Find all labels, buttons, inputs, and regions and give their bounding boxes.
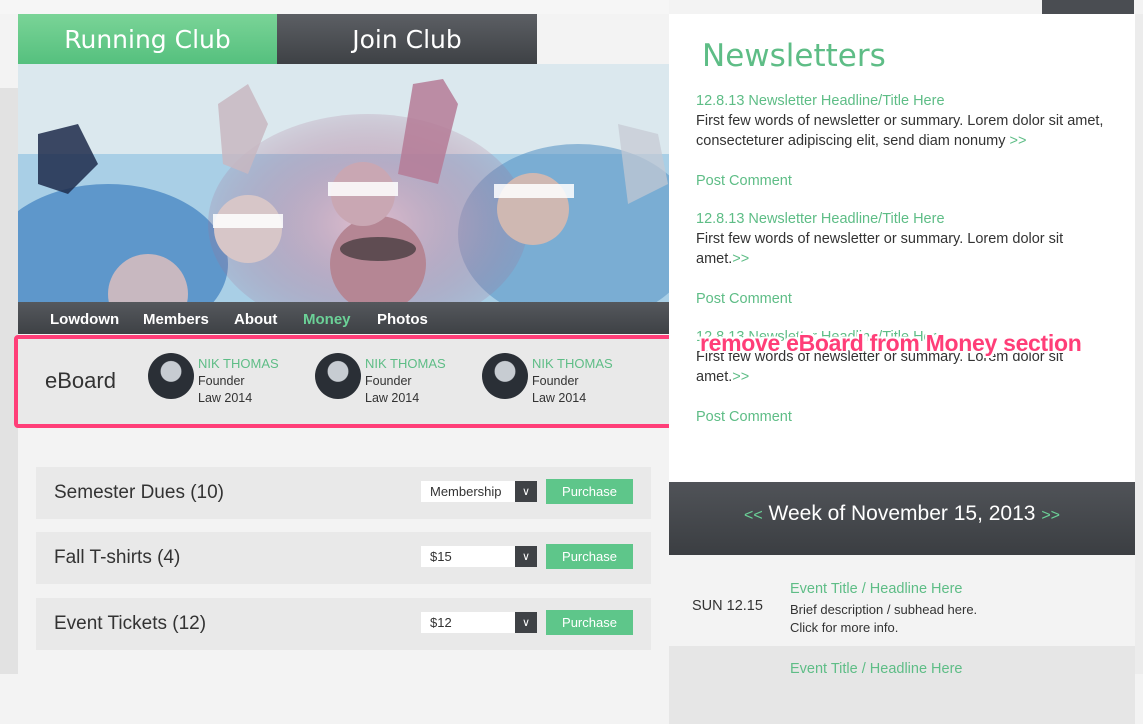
membership-select[interactable]: Membership ∨ <box>421 481 537 502</box>
select-value: $12 <box>430 615 452 630</box>
purchase-label: Event Tickets (12) <box>54 613 207 634</box>
week-label: Week of November 15, 2013 <box>768 502 1036 525</box>
annotation-note: remove eBoard from Money section <box>700 330 1082 356</box>
events-list: SUN 12.15 Event Title / Headline Here Br… <box>669 566 1135 724</box>
event-title[interactable]: Event Title / Headline Here <box>790 581 962 597</box>
newsletter-summary: First few words of newsletter or summary… <box>696 231 1064 267</box>
event-more-info[interactable]: Click for more info. <box>790 619 1090 637</box>
event-item[interactable]: SUN 12.15 Event Title / Headline Here Br… <box>669 566 1135 644</box>
chevron-down-icon[interactable]: ∨ <box>515 481 537 502</box>
nav-photos[interactable]: Photos <box>377 311 428 328</box>
next-week-arrow[interactable]: >> <box>1041 507 1060 524</box>
post-comment-link[interactable]: Post Comment <box>696 409 792 425</box>
newsletter-item: 12.8.13 Newsletter Headline/Title Here F… <box>696 93 1106 151</box>
select-value: $15 <box>430 549 452 564</box>
nav-money[interactable]: Money <box>303 311 351 328</box>
post-comment-link[interactable]: Post Comment <box>696 291 792 307</box>
right-edge <box>1135 14 1143 674</box>
price-select[interactable]: $15 ∨ <box>421 546 537 567</box>
newsletter-item: 12.8.13 Newsletter Headline/Title Here F… <box>696 211 1106 269</box>
chevron-down-icon[interactable]: ∨ <box>515 546 537 567</box>
event-date: SUN 12.15 <box>692 598 763 614</box>
read-more-link[interactable]: >> <box>732 369 749 385</box>
read-more-link[interactable]: >> <box>732 251 749 267</box>
chevron-down-icon[interactable]: ∨ <box>515 612 537 633</box>
price-select[interactable]: $12 ∨ <box>421 612 537 633</box>
top-dark-tab <box>1042 0 1134 14</box>
nav-members[interactable]: Members <box>143 311 209 328</box>
top-strip <box>0 0 669 14</box>
tab-join-club[interactable]: Join Club <box>277 14 537 64</box>
newsletters-title: Newsletters <box>702 38 886 74</box>
newsletters-panel: Newsletters 12.8.13 Newsletter Headline/… <box>669 14 1135 482</box>
post-comment-link[interactable]: Post Comment <box>696 173 792 189</box>
week-selector: << Week of November 15, 2013 >> <box>669 482 1135 555</box>
annotation-highlight-box <box>14 335 674 428</box>
newsletter-headline[interactable]: 12.8.13 Newsletter Headline/Title Here <box>696 211 1106 227</box>
nav-about[interactable]: About <box>234 311 277 328</box>
purchase-button[interactable]: Purchase <box>546 544 633 569</box>
hero-image <box>18 64 669 302</box>
event-description: Brief description / subhead here. <box>790 602 978 617</box>
section-nav: Lowdown Members About Money Photos <box>18 302 669 334</box>
purchase-button[interactable]: Purchase <box>546 610 633 635</box>
select-value: Membership <box>430 484 502 499</box>
purchase-label: Semester Dues (10) <box>54 482 225 503</box>
prev-week-arrow[interactable]: << <box>744 507 763 524</box>
purchase-row-event-tickets: Event Tickets (12) $12 ∨ Purchase <box>36 598 651 650</box>
purchase-row-semester-dues: Semester Dues (10) Membership ∨ Purchase <box>36 467 651 519</box>
event-title[interactable]: Event Title / Headline Here <box>790 661 962 677</box>
tab-running-club[interactable]: Running Club <box>18 14 277 64</box>
newsletter-headline[interactable]: 12.8.13 Newsletter Headline/Title Here <box>696 93 1106 109</box>
event-item[interactable]: Event Title / Headline Here <box>669 646 1135 724</box>
purchase-button[interactable]: Purchase <box>546 479 633 504</box>
purchase-row-tshirts: Fall T-shirts (4) $15 ∨ Purchase <box>36 532 651 584</box>
nav-lowdown[interactable]: Lowdown <box>50 311 119 328</box>
read-more-link[interactable]: >> <box>1010 133 1027 149</box>
purchase-label: Fall T-shirts (4) <box>54 547 181 568</box>
newsletter-summary: First few words of newsletter or summary… <box>696 113 1104 149</box>
